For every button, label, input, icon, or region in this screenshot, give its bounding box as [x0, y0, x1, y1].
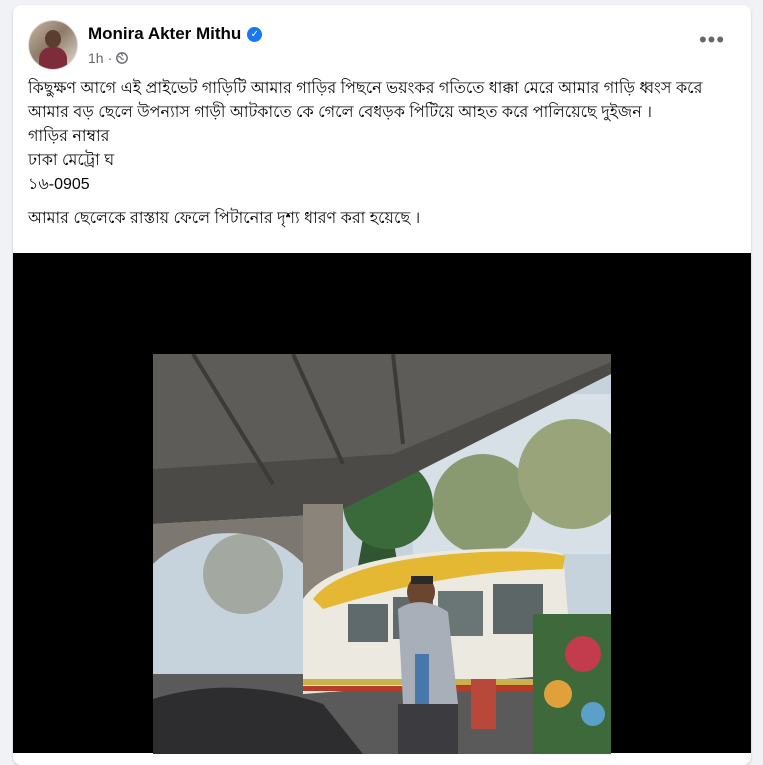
- author-avatar[interactable]: [28, 20, 78, 70]
- street-scene-image: [153, 354, 611, 754]
- post-time[interactable]: 1h: [88, 50, 104, 66]
- post-line: ১৬-0905: [28, 176, 90, 193]
- post-text: কিছুক্ষণ আগে এই প্রাইভেট গাড়িটি আমার গা…: [28, 77, 728, 231]
- more-options-icon[interactable]: •••: [694, 29, 730, 58]
- post-meta: 1h ·: [88, 50, 129, 66]
- globe-icon[interactable]: [116, 52, 129, 64]
- post-card: Monira Akter Mithu ✓ 1h · ••• কিছুক্ষণ আ…: [13, 5, 751, 765]
- post-header: Monira Akter Mithu ✓ 1h · •••: [28, 20, 736, 70]
- post-media[interactable]: [13, 253, 751, 754]
- post-line: ঢাকা মেট্রো ঘ: [28, 152, 115, 169]
- video-frame[interactable]: [153, 354, 611, 754]
- post-line: কিছুক্ষণ আগে এই প্রাইভেট গাড়িটি আমার গা…: [28, 80, 703, 121]
- author-row: Monira Akter Mithu ✓: [88, 24, 263, 44]
- post-line: আমার ছেলেকে রাস্তায় ফেলে পিটানোর দৃশ্য …: [28, 210, 421, 227]
- avatar-head: [45, 30, 61, 48]
- verified-badge-icon: ✓: [247, 26, 263, 42]
- avatar-body: [39, 47, 67, 69]
- author-name[interactable]: Monira Akter Mithu: [88, 24, 241, 44]
- post-line: গাড়ির নাম্বার: [28, 128, 110, 145]
- meta-separator: ·: [107, 50, 113, 66]
